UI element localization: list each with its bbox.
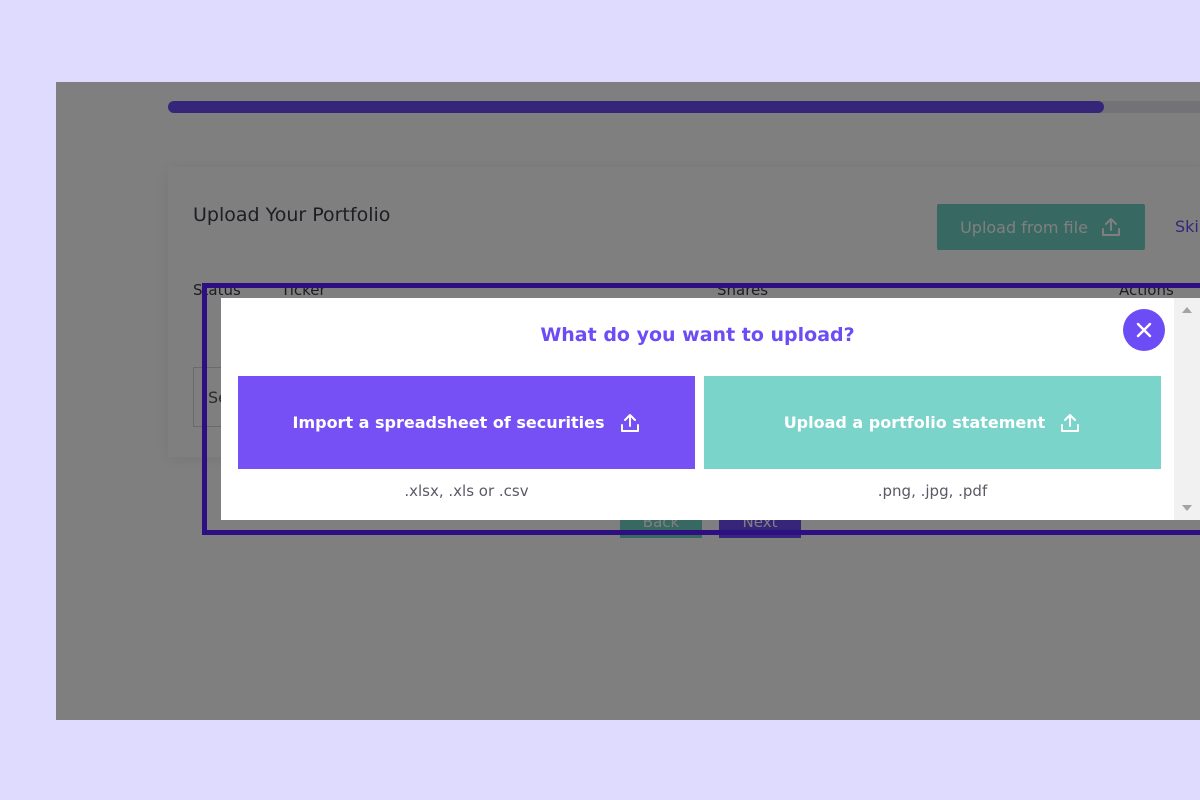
import-spreadsheet-button[interactable]: Import a spreadsheet of securities	[238, 376, 695, 469]
upload-statement-label: Upload a portfolio statement	[783, 413, 1046, 432]
spreadsheet-formats-hint: .xlsx, .xls or .csv	[404, 482, 529, 500]
modal-title: What do you want to upload?	[540, 324, 855, 346]
close-button[interactable]	[1123, 309, 1165, 351]
upload-icon	[1061, 413, 1080, 432]
scroll-up-arrow-icon[interactable]	[1182, 307, 1192, 313]
upload-statement-button[interactable]: Upload a portfolio statement	[704, 376, 1161, 469]
import-spreadsheet-label: Import a spreadsheet of securities	[292, 413, 605, 432]
close-icon	[1136, 322, 1152, 338]
scroll-down-arrow-icon[interactable]	[1182, 505, 1192, 511]
statement-formats-hint: .png, .jpg, .pdf	[877, 482, 988, 500]
upload-icon	[620, 413, 639, 432]
upload-modal: What do you want to upload? Import a spr…	[221, 298, 1174, 520]
modal-scrollbar[interactable]	[1174, 298, 1200, 520]
